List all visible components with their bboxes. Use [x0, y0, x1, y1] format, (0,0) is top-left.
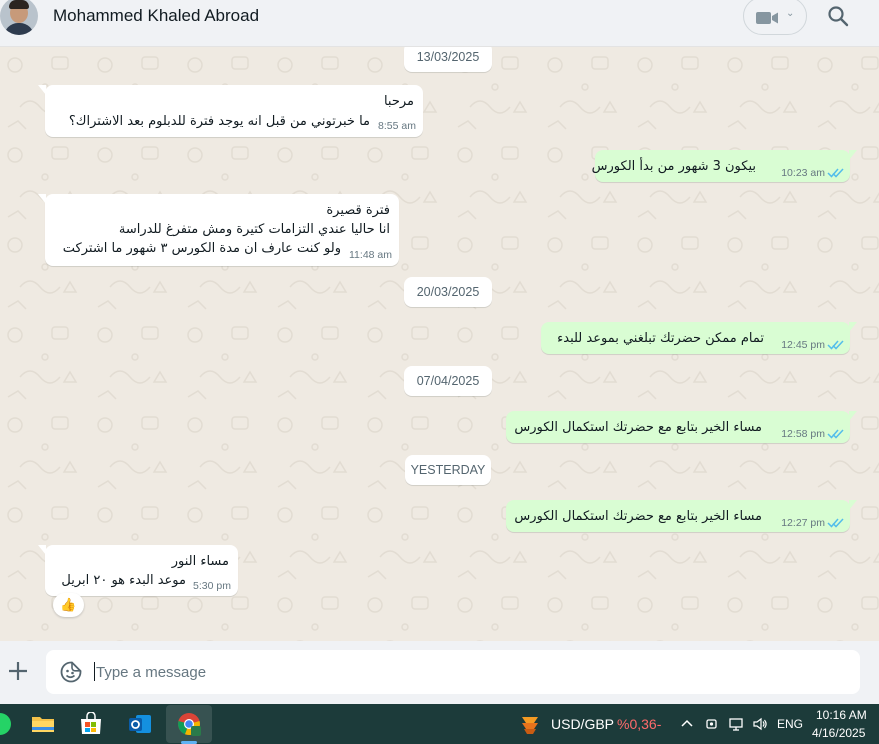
outlook-icon[interactable]	[128, 712, 152, 736]
plus-icon[interactable]	[7, 660, 29, 682]
message-text: مساء الخير بتابع مع حضرتك استكمال الكورس	[514, 509, 762, 524]
volume-icon[interactable]	[752, 716, 768, 732]
video-call-button[interactable]: ⌄	[743, 0, 807, 35]
windows-taskbar: USD/GBP %0,36- ENG 10:16 AM 4/16/2025	[0, 704, 879, 744]
message-text: مساء النور	[171, 554, 229, 569]
message-time: 8:55 am	[378, 120, 416, 132]
message-time: 11:48 am	[349, 249, 392, 261]
read-receipt-icon	[827, 168, 844, 178]
message-input[interactable]	[96, 650, 836, 694]
message-bubble-incoming[interactable]: مرحبا ما خبرتوني من قبل انه يوجد فترة لل…	[38, 85, 423, 137]
text-caret	[94, 662, 95, 681]
chat-header: Mohammed Khaled Abroad ⌄	[0, 0, 879, 47]
message-bubble-outgoing[interactable]: بيكون 3 شهور من بدأ الكورس 10:23 am	[591, 150, 857, 182]
reaction-thumbs-up[interactable]: 👍	[53, 593, 84, 617]
sticker-icon[interactable]	[60, 661, 82, 683]
chrome-icon[interactable]	[177, 712, 201, 736]
message-time: 5:30 pm	[193, 580, 231, 592]
message-time: 12:58 pm	[781, 428, 825, 440]
whatsapp-icon[interactable]	[0, 712, 12, 736]
date-separator: YESTERDAY	[405, 455, 491, 485]
ticker-change[interactable]: %0,36-	[617, 716, 661, 732]
date-separator: 13/03/2025	[404, 47, 492, 72]
input-language[interactable]: ENG	[777, 717, 803, 731]
message-input-box[interactable]	[46, 650, 860, 694]
message-text: موعد البدء هو ٢٠ ابريل	[61, 573, 186, 588]
chevron-up-icon[interactable]	[679, 716, 695, 732]
contact-name[interactable]: Mohammed Khaled Abroad	[53, 6, 259, 26]
message-text: بيكون 3 شهور من بدأ الكورس	[591, 159, 756, 174]
message-text: ولو كنت عارف ان مدة الكورس ٣ شهور ما اشت…	[62, 241, 341, 256]
message-time: 12:27 pm	[781, 517, 825, 529]
message-composer	[0, 641, 879, 704]
message-time: 12:45 pm	[781, 339, 825, 351]
search-icon[interactable]	[826, 4, 850, 28]
message-text: مرحبا	[383, 94, 414, 109]
message-text: ما خبرتوني من قبل انه يوجد فترة للدبلوم …	[68, 114, 370, 129]
message-text: فترة قصيرة	[326, 203, 390, 218]
date-separator: 07/04/2025	[404, 366, 492, 396]
contact-avatar[interactable]	[0, 0, 38, 35]
chat-panel[interactable]: 13/03/2025 20/03/2025 07/04/2025 YESTERD…	[0, 47, 879, 641]
meet-now-icon[interactable]	[704, 716, 720, 732]
message-bubble-incoming[interactable]: فترة قصيرة انا حاليا عندي التزامات كتيرة…	[38, 194, 399, 266]
message-bubble-outgoing[interactable]: مساء الخير بتابع مع حضرتك استكمال الكورس…	[506, 411, 857, 443]
chevron-down-icon: ⌄	[786, 8, 795, 19]
read-receipt-icon	[827, 340, 844, 350]
message-text: انا حاليا عندي التزامات كتيرة ومش متفرغ …	[118, 222, 390, 237]
message-text: تمام ممكن حضرتك تبلغني بموعد للبدء	[557, 331, 764, 346]
date-separator: 20/03/2025	[404, 277, 492, 307]
message-bubble-incoming[interactable]: مساء النور موعد البدء هو ٢٠ ابريل 5:30 p…	[38, 545, 238, 596]
message-bubble-outgoing[interactable]: تمام ممكن حضرتك تبلغني بموعد للبدء 12:45…	[541, 322, 857, 354]
message-time: 10:23 am	[781, 167, 825, 179]
network-icon[interactable]	[728, 716, 744, 732]
ticker-symbol[interactable]: USD/GBP	[551, 716, 614, 732]
read-receipt-icon	[827, 429, 844, 439]
read-receipt-icon	[827, 518, 844, 528]
message-bubble-outgoing[interactable]: مساء الخير بتابع مع حضرتك استكمال الكورس…	[506, 500, 857, 532]
microsoft-store-icon[interactable]	[79, 712, 103, 736]
clock-time[interactable]: 10:16 AM	[816, 708, 867, 722]
message-text: مساء الخير بتابع مع حضرتك استكمال الكورس	[514, 420, 762, 435]
clock-date[interactable]: 4/16/2025	[812, 726, 865, 740]
file-explorer-icon[interactable]	[31, 712, 55, 736]
video-call-icon	[756, 12, 778, 24]
stocks-widget-icon[interactable]	[518, 712, 542, 736]
